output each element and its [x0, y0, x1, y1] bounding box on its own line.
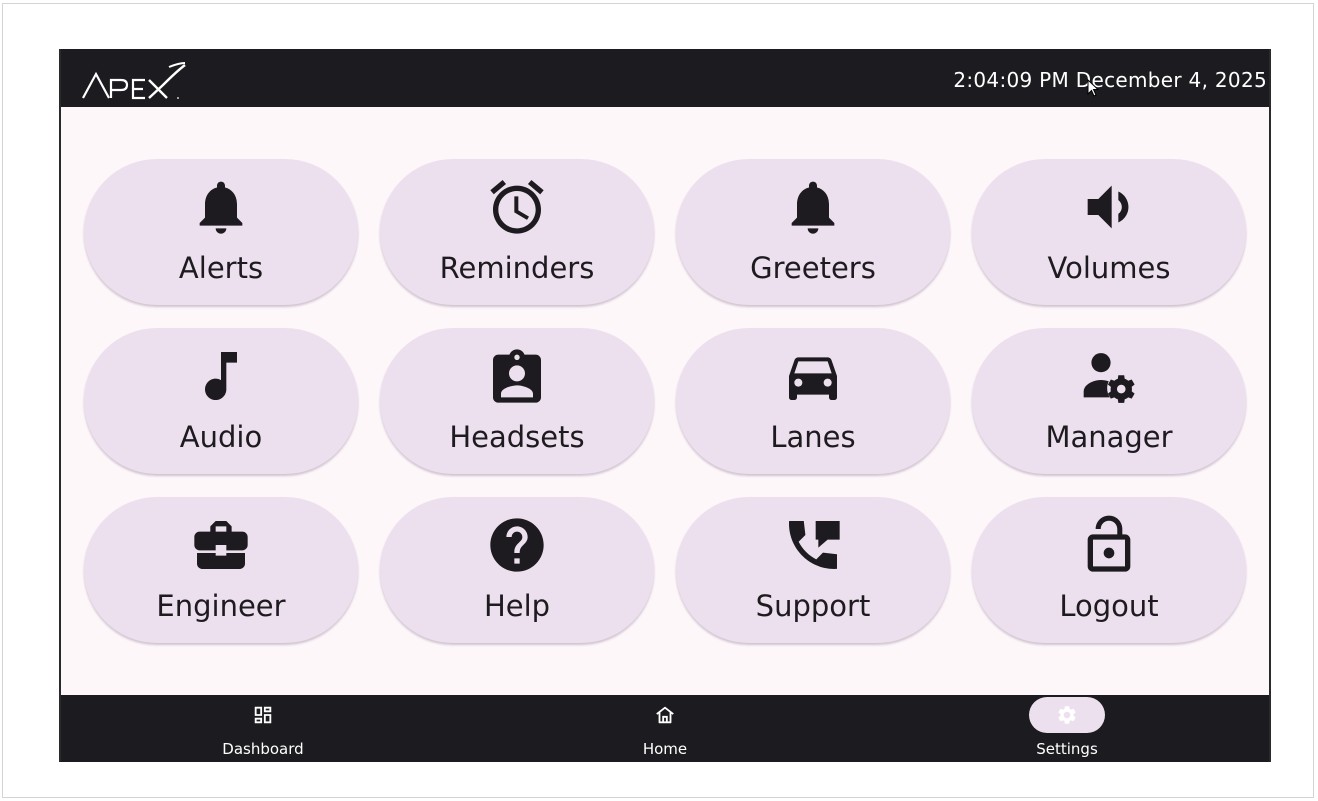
- nav-settings[interactable]: Settings: [1007, 695, 1127, 762]
- help-circle-icon: [485, 513, 549, 577]
- clock-time: 2:04:09 PM: [953, 68, 1070, 92]
- tile-label: Help: [483, 589, 551, 623]
- headsets-button[interactable]: Headsets: [380, 328, 654, 474]
- toolbox-icon: [189, 513, 253, 577]
- tile-label: Headsets: [449, 420, 585, 454]
- nav-dashboard[interactable]: Dashboard: [203, 695, 323, 762]
- tile-label: Reminders: [439, 251, 595, 285]
- nav-pill: [627, 697, 703, 733]
- dashboard-icon: [254, 706, 272, 724]
- volumes-button[interactable]: Volumes: [972, 159, 1246, 305]
- volume-icon: [1077, 175, 1141, 239]
- device-screen: 2:04:09 PM December 4, 2025 Alerts Remin…: [59, 49, 1271, 762]
- home-icon: [656, 706, 674, 724]
- screenshot-frame: 2:04:09 PM December 4, 2025 Alerts Remin…: [2, 3, 1314, 798]
- audio-button[interactable]: Audio: [84, 328, 358, 474]
- reminders-button[interactable]: Reminders: [380, 159, 654, 305]
- help-button[interactable]: Help: [380, 497, 654, 643]
- bottom-navigation: Dashboard Home Settings: [61, 695, 1269, 762]
- phone-chat-icon: [781, 513, 845, 577]
- manager-button[interactable]: Manager: [972, 328, 1246, 474]
- tile-label: Lanes: [770, 420, 856, 454]
- music-note-icon: [189, 344, 253, 408]
- nav-label: Home: [642, 740, 688, 758]
- clock-date: December 4, 2025: [1075, 68, 1267, 92]
- alarm-clock-icon: [485, 175, 549, 239]
- engineer-button[interactable]: Engineer: [84, 497, 358, 643]
- alerts-button[interactable]: Alerts: [84, 159, 358, 305]
- greeters-button[interactable]: Greeters: [676, 159, 950, 305]
- bell-icon: [189, 175, 253, 239]
- logout-button[interactable]: Logout: [972, 497, 1246, 643]
- tile-label: Greeters: [750, 251, 876, 285]
- user-gear-icon: [1077, 344, 1141, 408]
- tile-label: Manager: [1045, 420, 1173, 454]
- tile-label: Logout: [1059, 589, 1159, 623]
- nav-label: Settings: [1036, 740, 1098, 758]
- car-icon: [781, 344, 845, 408]
- clock: 2:04:09 PM December 4, 2025: [953, 68, 1267, 92]
- tile-label: Audio: [179, 420, 263, 454]
- lanes-button[interactable]: Lanes: [676, 328, 950, 474]
- nav-home[interactable]: Home: [605, 695, 725, 762]
- support-button[interactable]: Support: [676, 497, 950, 643]
- tile-label: Engineer: [156, 589, 286, 623]
- bell-icon: [781, 175, 845, 239]
- mouse-cursor-icon: [1087, 79, 1100, 97]
- tile-label: Volumes: [1047, 251, 1171, 285]
- gear-icon: [1058, 706, 1076, 724]
- tile-label: Support: [755, 589, 871, 623]
- nav-pill: [225, 697, 301, 733]
- nav-label: Dashboard: [222, 740, 304, 758]
- nav-pill-active: [1029, 697, 1105, 733]
- id-badge-icon: [485, 344, 549, 408]
- menu-grid: Alerts Reminders Greeters Volumes Audio …: [61, 107, 1269, 695]
- tile-label: Alerts: [178, 251, 264, 285]
- lock-open-icon: [1077, 513, 1141, 577]
- apex-logo: [82, 62, 186, 100]
